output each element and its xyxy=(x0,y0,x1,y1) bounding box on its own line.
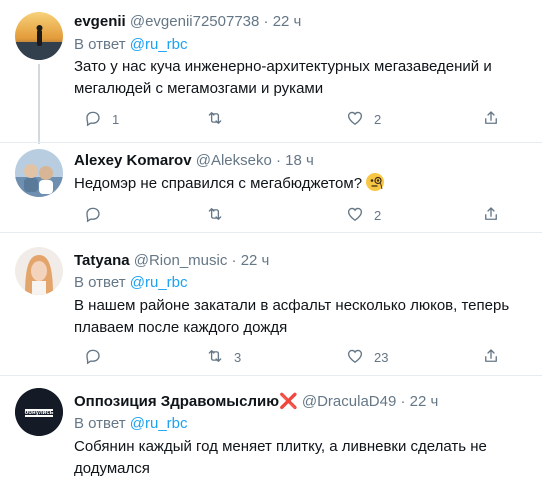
separator-dot: · xyxy=(400,393,406,410)
thread-line xyxy=(38,64,40,144)
user-handle[interactable]: @Rion_music xyxy=(134,252,228,269)
reply-prefix: В ответ xyxy=(74,274,126,291)
retweet-icon xyxy=(206,347,224,368)
like-icon xyxy=(346,205,364,226)
tweet-header: evgenii @evgenii72507738 · 22 ч xyxy=(74,12,301,32)
tweet-header: Оппозиция Здравомыслию❌ @DraculaD49 · 22… xyxy=(74,392,438,412)
avatar[interactable] xyxy=(15,247,63,295)
reply-button[interactable] xyxy=(84,347,112,367)
tweet-text: Собянин каждый год меняет плитку, а ливн… xyxy=(74,438,487,477)
reply-count: 1 xyxy=(112,111,120,127)
reply-icon xyxy=(84,109,102,130)
retweet-button[interactable]: 3 xyxy=(206,347,241,367)
timestamp[interactable]: 22 ч xyxy=(273,13,302,30)
share-button[interactable] xyxy=(482,205,500,225)
reply-icon xyxy=(84,347,102,368)
display-name[interactable]: Tatyana xyxy=(74,252,130,269)
like-button[interactable]: 23 xyxy=(346,347,388,367)
tweet-text: Зато у нас куча инженерно-архитектурных … xyxy=(74,58,492,97)
reply-icon xyxy=(84,205,102,226)
timestamp[interactable]: 22 ч xyxy=(241,252,270,269)
separator-dot: · xyxy=(263,13,269,30)
separator-dot: · xyxy=(231,252,237,269)
user-handle[interactable]: @DraculaD49 xyxy=(302,393,396,410)
share-icon xyxy=(482,205,500,226)
tweet[interactable]: Alexey Komarov @Alekseko · 18 ч Недомэр … xyxy=(0,143,542,232)
tweet-text-container: Недомэр не справился с мегабюджетом? xyxy=(74,173,529,195)
timestamp[interactable]: 18 ч xyxy=(285,152,314,169)
display-name[interactable]: evgenii xyxy=(74,13,126,30)
user-handle[interactable]: @Alekseko xyxy=(196,152,272,169)
tweet-actions: 3 23 xyxy=(74,347,514,367)
tweet-header: Tatyana @Rion_music · 22 ч xyxy=(74,251,269,271)
like-icon xyxy=(346,109,364,130)
reply-context: В ответ @ru_rbc xyxy=(74,35,188,55)
avatar[interactable]: обнулись xyxy=(15,388,63,436)
tweet[interactable]: обнулись Оппозиция Здравомыслию❌ @Dracul… xyxy=(0,376,542,486)
retweet-button[interactable] xyxy=(206,205,234,225)
tweet-text: Недомэр не справился с мегабюджетом? xyxy=(74,175,363,192)
monocle-face-emoji-icon xyxy=(366,173,385,191)
retweet-icon xyxy=(206,109,224,130)
reply-prefix: В ответ xyxy=(74,36,126,53)
retweet-count: 3 xyxy=(234,349,242,365)
timestamp[interactable]: 22 ч xyxy=(410,393,439,410)
reply-button[interactable]: 1 xyxy=(84,109,119,129)
display-name[interactable]: Alexey Komarov xyxy=(74,152,192,169)
like-count: 23 xyxy=(374,349,389,365)
avatar[interactable] xyxy=(15,12,63,60)
tweet-actions: 1 2 xyxy=(74,109,514,129)
reply-mention[interactable]: @ru_rbc xyxy=(130,36,188,53)
reply-mention[interactable]: @ru_rbc xyxy=(130,415,188,432)
reply-prefix: В ответ xyxy=(74,415,126,432)
like-button[interactable]: 2 xyxy=(346,109,381,129)
retweet-button[interactable] xyxy=(206,109,234,129)
tweet-actions: 2 xyxy=(74,205,514,225)
share-button[interactable] xyxy=(482,109,500,129)
separator-dot: · xyxy=(276,152,281,169)
share-icon xyxy=(482,109,500,130)
share-button[interactable] xyxy=(482,347,500,367)
reply-mention[interactable]: @ru_rbc xyxy=(130,274,188,291)
like-icon xyxy=(346,347,364,368)
reply-button[interactable] xyxy=(84,205,112,225)
tweet[interactable]: evgenii @evgenii72507738 · 22 ч В ответ … xyxy=(0,0,542,144)
reply-context: В ответ @ru_rbc xyxy=(74,414,188,434)
retweet-icon xyxy=(206,205,224,226)
share-icon xyxy=(482,347,500,368)
avatar-label: обнулись xyxy=(24,410,54,416)
tweet-header: Alexey Komarov @Alekseko · 18 ч xyxy=(74,151,314,171)
like-button[interactable]: 2 xyxy=(346,205,381,225)
tweet[interactable]: Tatyana @Rion_music · 22 ч В ответ @ru_r… xyxy=(0,233,542,375)
like-count: 2 xyxy=(374,111,382,127)
display-name[interactable]: Оппозиция Здравомыслию xyxy=(74,393,279,410)
avatar[interactable] xyxy=(15,149,63,197)
reply-context: В ответ @ru_rbc xyxy=(74,273,188,293)
cross-mark-emoji-icon: ❌ xyxy=(279,393,298,410)
tweet-text: В нашем районе закатали в асфальт нескол… xyxy=(74,297,510,336)
like-count: 2 xyxy=(374,207,382,223)
user-handle[interactable]: @evgenii72507738 xyxy=(130,13,260,30)
